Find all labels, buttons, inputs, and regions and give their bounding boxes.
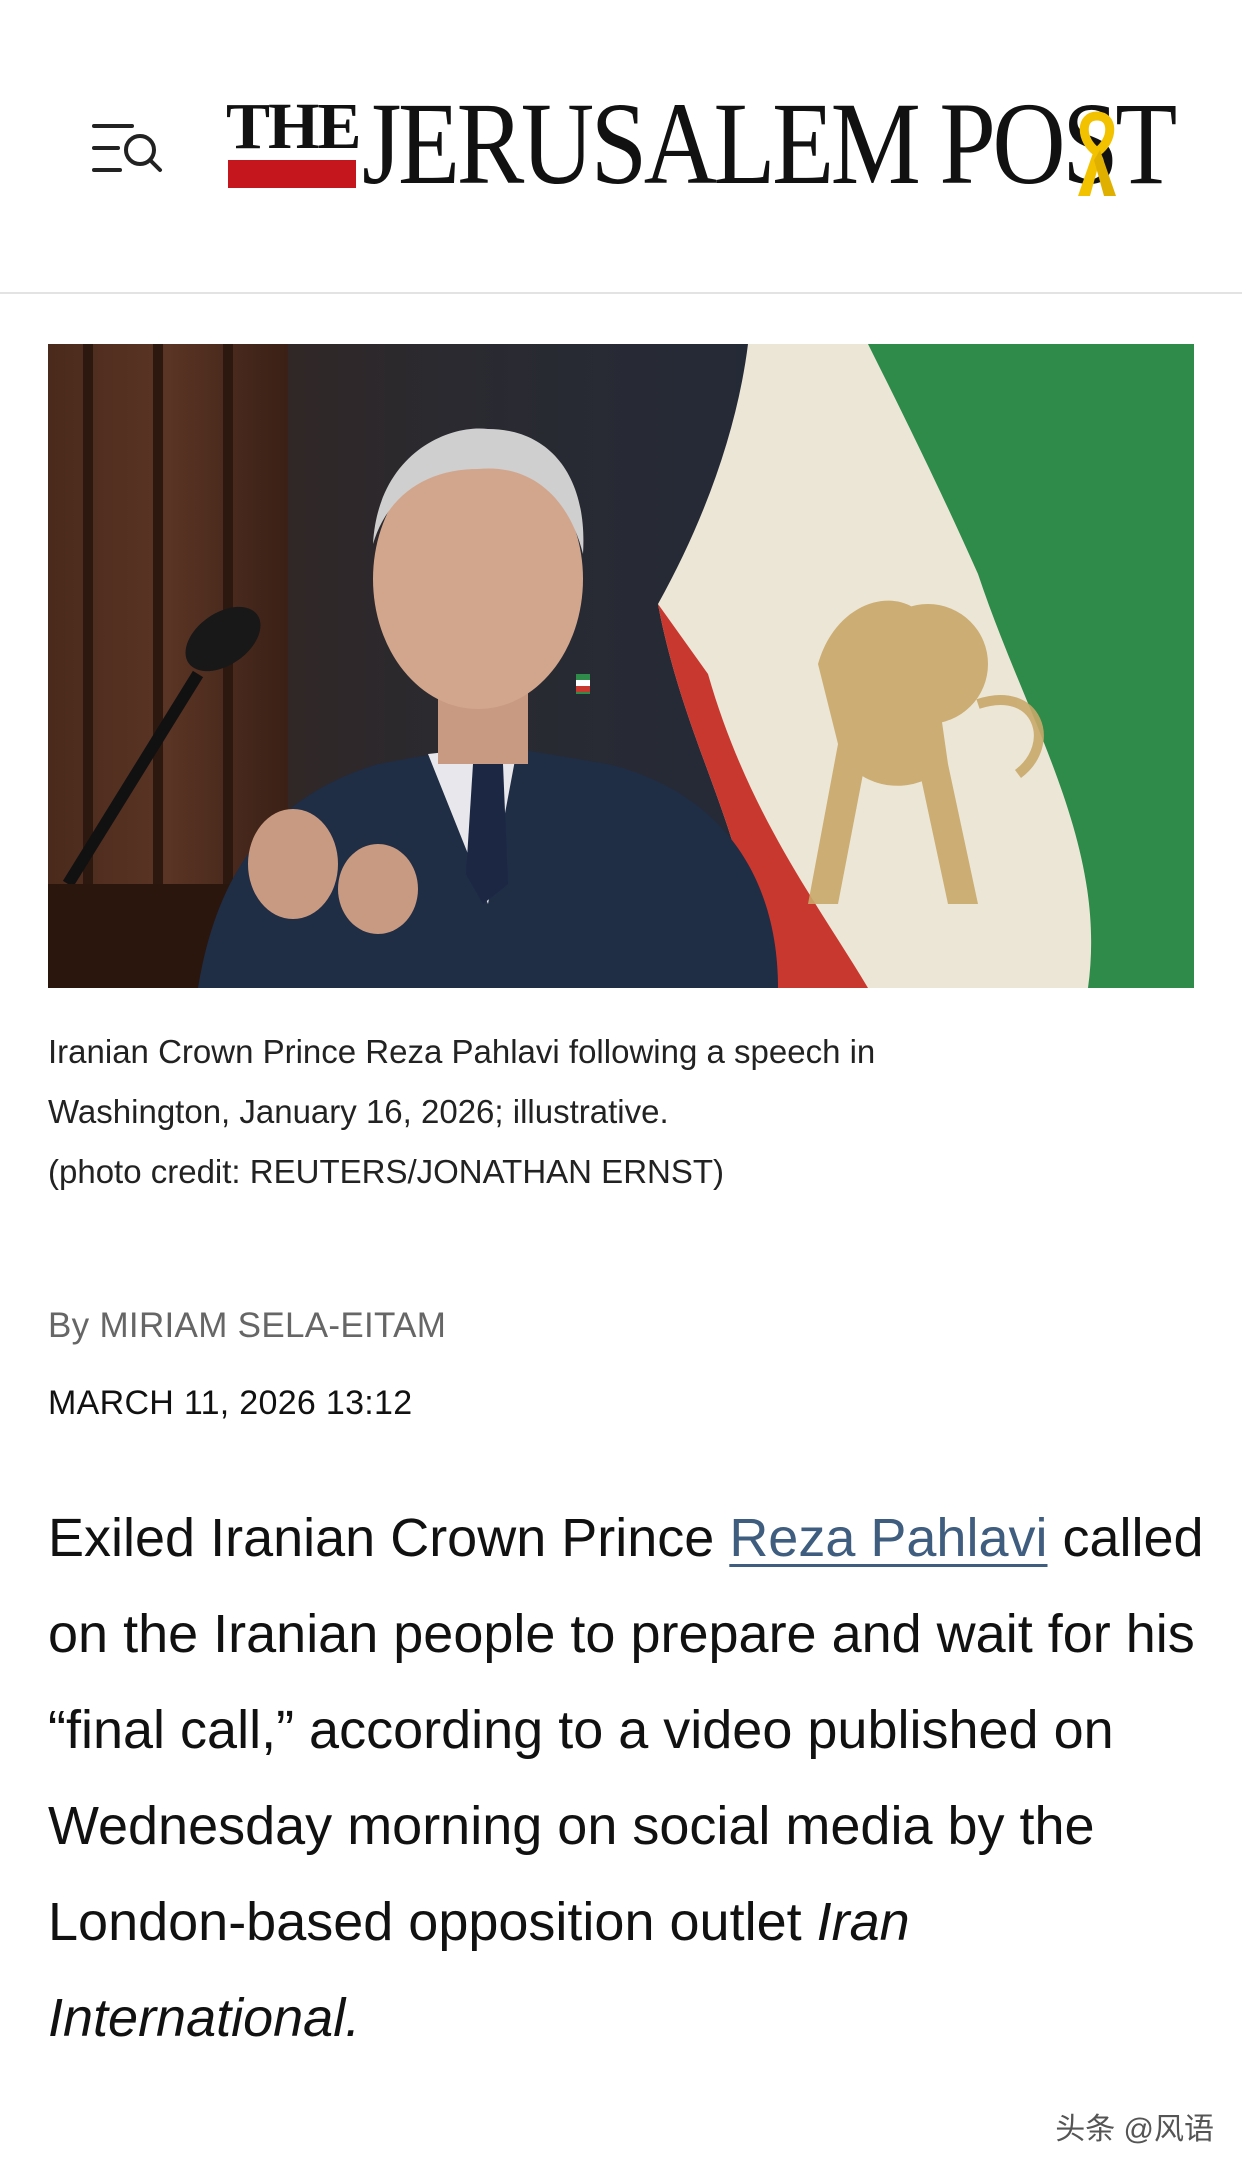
body-text-part: called on the Iranian people to prepare … xyxy=(48,1508,1204,1952)
hero-photo xyxy=(48,344,1194,988)
logo-the: THE xyxy=(226,90,361,163)
publish-date: MARCH 11, 2026 13:12 xyxy=(48,1384,413,1422)
site-header: THE JERUSALEM POST xyxy=(0,0,1242,294)
logo-red-bar xyxy=(228,160,356,188)
reza-pahlavi-link[interactable]: Reza Pahlavi xyxy=(729,1508,1047,1568)
body-text-part: Exiled Iranian Crown Prince xyxy=(48,1508,730,1568)
yellow-ribbon-icon xyxy=(1078,111,1116,196)
caption-line: Iranian Crown Prince Reza Pahlavi follow… xyxy=(48,1033,876,1070)
site-logo[interactable]: THE JERUSALEM POST xyxy=(226,82,1177,212)
article-lead-paragraph: Exiled Iranian Crown Prince Reza Pahlavi… xyxy=(48,1490,1208,2066)
photo-caption: Iranian Crown Prince Reza Pahlavi follow… xyxy=(48,1022,1198,1202)
logo-name: JERUSALEM POST xyxy=(362,78,1177,209)
source-watermark: 头条 @风语 xyxy=(1055,2113,1214,2146)
author-byline[interactable]: By MIRIAM SELA-EITAM xyxy=(48,1306,446,1346)
photo-credit: (photo credit: REUTERS/JONATHAN ERNST) xyxy=(48,1153,725,1190)
caption-line: Washington, January 16, 2026; illustrati… xyxy=(48,1093,669,1130)
menu-search-icon[interactable] xyxy=(88,116,168,180)
